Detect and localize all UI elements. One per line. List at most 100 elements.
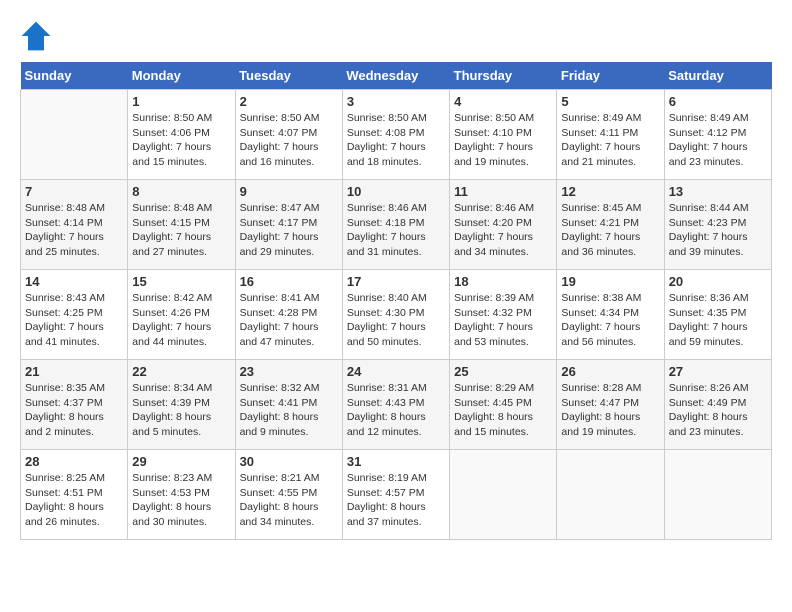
day-info: Sunrise: 8:23 AMSunset: 4:53 PMDaylight:… (132, 471, 230, 530)
day-number: 29 (132, 454, 230, 469)
calendar-cell: 24Sunrise: 8:31 AMSunset: 4:43 PMDayligh… (342, 360, 449, 450)
day-info: Sunrise: 8:48 AMSunset: 4:14 PMDaylight:… (25, 201, 123, 260)
day-number: 15 (132, 274, 230, 289)
column-header-tuesday: Tuesday (235, 62, 342, 90)
calendar-cell: 19 Sunrise: 8:38 AMSunset: 4:34 PMDayligh… (557, 270, 664, 360)
calendar-cell: 27Sunrise: 8:26 AMSunset: 4:49 PMDayligh… (664, 360, 771, 450)
day-info: Sunrise: 8:50 AMSunset: 4:06 PMDaylight:… (132, 111, 230, 170)
day-info: Sunrise: 8:28 AMSunset: 4:47 PMDaylight:… (561, 381, 659, 440)
day-info: Sunrise: 8:39 AMSunset: 4:32 PMDaylight:… (454, 291, 552, 350)
calendar-cell (557, 450, 664, 540)
calendar-cell: 29 Sunrise: 8:23 AMSunset: 4:53 PMDayligh… (128, 450, 235, 540)
day-info: Sunrise: 8:42 AMSunset: 4:26 PMDaylight:… (132, 291, 230, 350)
day-number: 11 (454, 184, 552, 199)
calendar-cell: 21 Sunrise: 8:35 AMSunset: 4:37 PMDayligh… (21, 360, 128, 450)
day-number: 18 (454, 274, 552, 289)
page-header (20, 20, 772, 52)
day-number: 12 (561, 184, 659, 199)
calendar-cell: 31 Sunrise: 8:19 AMSunset: 4:57 PMDayligh… (342, 450, 449, 540)
calendar-cell: 16 Sunrise: 8:41 AMSunset: 4:28 PMDayligh… (235, 270, 342, 360)
day-info: Sunrise: 8:32 AMSunset: 4:41 PMDaylight:… (240, 381, 338, 440)
day-info: Sunrise: 8:44 AMSunset: 4:23 PMDaylight:… (669, 201, 767, 260)
calendar-cell: 12 Sunrise: 8:45 AMSunset: 4:21 PMDayligh… (557, 180, 664, 270)
day-info: Sunrise: 8:40 AMSunset: 4:30 PMDaylight:… (347, 291, 445, 350)
day-info: Sunrise: 8:21 AMSunset: 4:55 PMDaylight:… (240, 471, 338, 530)
day-number: 10 (347, 184, 445, 199)
day-info: Sunrise: 8:45 AMSunset: 4:21 PMDaylight:… (561, 201, 659, 260)
calendar-cell: 23 Sunrise: 8:32 AMSunset: 4:41 PMDayligh… (235, 360, 342, 450)
day-number: 17 (347, 274, 445, 289)
calendar-cell: 26 Sunrise: 8:28 AMSunset: 4:47 PMDayligh… (557, 360, 664, 450)
calendar-cell: 9 Sunrise: 8:47 AMSunset: 4:17 PMDaylight… (235, 180, 342, 270)
calendar-cell: 4 Sunrise: 8:50 AMSunset: 4:10 PMDaylight… (450, 90, 557, 180)
calendar-cell: 25 Sunrise: 8:29 AMSunset: 4:45 PMDayligh… (450, 360, 557, 450)
column-header-monday: Monday (128, 62, 235, 90)
day-info: Sunrise: 8:50 AMSunset: 4:08 PMDaylight:… (347, 111, 445, 170)
day-info: Sunrise: 8:50 AMSunset: 4:07 PMDaylight:… (240, 111, 338, 170)
day-number: 16 (240, 274, 338, 289)
calendar-week-row: 28Sunrise: 8:25 AMSunset: 4:51 PMDayligh… (21, 450, 772, 540)
calendar-cell: 20 Sunrise: 8:36 AMSunset: 4:35 PMDayligh… (664, 270, 771, 360)
day-number: 5 (561, 94, 659, 109)
calendar-cell: 28Sunrise: 8:25 AMSunset: 4:51 PMDayligh… (21, 450, 128, 540)
day-number: 2 (240, 94, 338, 109)
day-number: 30 (240, 454, 338, 469)
calendar-cell: 15 Sunrise: 8:42 AMSunset: 4:26 PMDayligh… (128, 270, 235, 360)
calendar-cell (450, 450, 557, 540)
calendar-cell: 17 Sunrise: 8:40 AMSunset: 4:30 PMDayligh… (342, 270, 449, 360)
calendar-cell: 22 Sunrise: 8:34 AMSunset: 4:39 PMDayligh… (128, 360, 235, 450)
calendar-cell (664, 450, 771, 540)
day-number: 24 (347, 364, 445, 379)
calendar-cell: 5Sunrise: 8:49 AMSunset: 4:11 PMDaylight… (557, 90, 664, 180)
logo-icon (20, 20, 52, 52)
calendar-cell: 14 Sunrise: 8:43 AMSunset: 4:25 PMDayligh… (21, 270, 128, 360)
day-info: Sunrise: 8:47 AMSunset: 4:17 PMDaylight:… (240, 201, 338, 260)
day-number: 14 (25, 274, 123, 289)
day-number: 23 (240, 364, 338, 379)
day-number: 20 (669, 274, 767, 289)
day-number: 4 (454, 94, 552, 109)
day-info: Sunrise: 8:49 AMSunset: 4:12 PMDaylight:… (669, 111, 767, 170)
day-info: Sunrise: 8:50 AMSunset: 4:10 PMDaylight:… (454, 111, 552, 170)
calendar-cell: 18 Sunrise: 8:39 AMSunset: 4:32 PMDayligh… (450, 270, 557, 360)
day-info: Sunrise: 8:46 AMSunset: 4:20 PMDaylight:… (454, 201, 552, 260)
day-number: 19 (561, 274, 659, 289)
calendar-cell: 6 Sunrise: 8:49 AMSunset: 4:12 PMDaylight… (664, 90, 771, 180)
column-header-saturday: Saturday (664, 62, 771, 90)
day-info: Sunrise: 8:34 AMSunset: 4:39 PMDaylight:… (132, 381, 230, 440)
calendar-cell: 8Sunrise: 8:48 AMSunset: 4:15 PMDaylight… (128, 180, 235, 270)
calendar-cell: 11 Sunrise: 8:46 AMSunset: 4:20 PMDayligh… (450, 180, 557, 270)
day-info: Sunrise: 8:29 AMSunset: 4:45 PMDaylight:… (454, 381, 552, 440)
day-info: Sunrise: 8:38 AMSunset: 4:34 PMDaylight:… (561, 291, 659, 350)
calendar-cell: 1Sunrise: 8:50 AMSunset: 4:06 PMDaylight… (128, 90, 235, 180)
calendar-cell: 30 Sunrise: 8:21 AMSunset: 4:55 PMDayligh… (235, 450, 342, 540)
day-number: 25 (454, 364, 552, 379)
calendar-cell: 10 Sunrise: 8:46 AMSunset: 4:18 PMDayligh… (342, 180, 449, 270)
day-info: Sunrise: 8:48 AMSunset: 4:15 PMDaylight:… (132, 201, 230, 260)
day-info: Sunrise: 8:46 AMSunset: 4:18 PMDaylight:… (347, 201, 445, 260)
logo (20, 20, 56, 52)
day-number: 21 (25, 364, 123, 379)
day-info: Sunrise: 8:35 AMSunset: 4:37 PMDaylight:… (25, 381, 123, 440)
day-info: Sunrise: 8:36 AMSunset: 4:35 PMDaylight:… (669, 291, 767, 350)
day-number: 27 (669, 364, 767, 379)
day-number: 22 (132, 364, 230, 379)
day-number: 3 (347, 94, 445, 109)
calendar-cell: 13Sunrise: 8:44 AMSunset: 4:23 PMDayligh… (664, 180, 771, 270)
day-number: 31 (347, 454, 445, 469)
day-info: Sunrise: 8:43 AMSunset: 4:25 PMDaylight:… (25, 291, 123, 350)
calendar-cell (21, 90, 128, 180)
day-number: 7 (25, 184, 123, 199)
calendar-cell: 3 Sunrise: 8:50 AMSunset: 4:08 PMDaylight… (342, 90, 449, 180)
column-header-wednesday: Wednesday (342, 62, 449, 90)
day-number: 9 (240, 184, 338, 199)
day-info: Sunrise: 8:19 AMSunset: 4:57 PMDaylight:… (347, 471, 445, 530)
day-info: Sunrise: 8:41 AMSunset: 4:28 PMDaylight:… (240, 291, 338, 350)
calendar-week-row: 7 Sunrise: 8:48 AMSunset: 4:14 PMDaylight… (21, 180, 772, 270)
calendar-cell: 7 Sunrise: 8:48 AMSunset: 4:14 PMDaylight… (21, 180, 128, 270)
day-number: 26 (561, 364, 659, 379)
calendar-week-row: 21 Sunrise: 8:35 AMSunset: 4:37 PMDayligh… (21, 360, 772, 450)
calendar-week-row: 14 Sunrise: 8:43 AMSunset: 4:25 PMDayligh… (21, 270, 772, 360)
day-number: 6 (669, 94, 767, 109)
column-header-friday: Friday (557, 62, 664, 90)
